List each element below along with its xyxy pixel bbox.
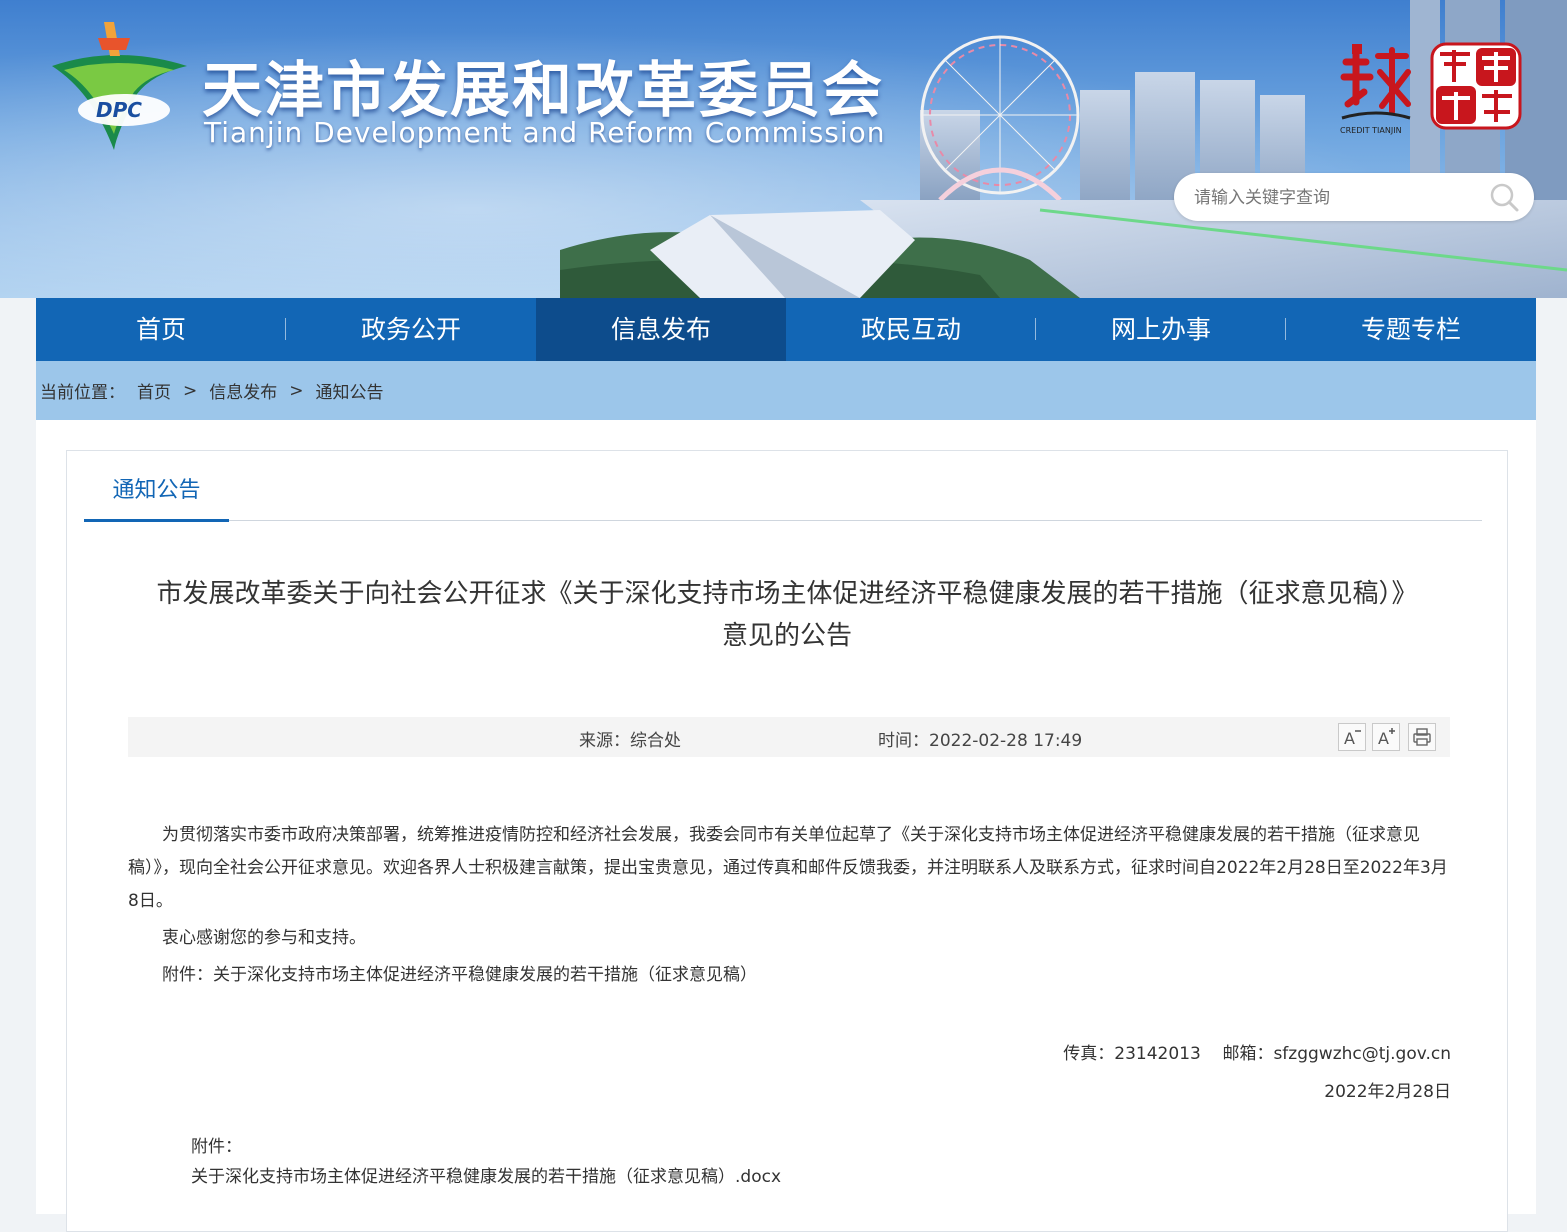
search-input[interactable] bbox=[1192, 183, 1476, 213]
article-panel: 通知公告 市发展改革委关于向社会公开征求《关于深化支持市场主体促进经济平稳健康发… bbox=[66, 450, 1508, 1232]
credit-logo-text: CREDIT TIANJIN bbox=[1340, 126, 1402, 135]
search-icon[interactable] bbox=[1488, 181, 1520, 213]
sign-date: 2022年2月28日 bbox=[1324, 1082, 1451, 1102]
article-time: 时间：2022-02-28 17:49 bbox=[878, 731, 1083, 751]
credit-tianjin-icon bbox=[1340, 44, 1411, 120]
nav-item-special-topics[interactable]: 专题专栏 bbox=[1286, 298, 1536, 361]
article-body: 为贯彻落实市委市政府决策部署，统筹推进疫情防控和经济社会发展，我委会同市有关单位… bbox=[128, 819, 1450, 996]
breadcrumb-prefix: 当前位置： bbox=[40, 383, 125, 403]
tianjin-home-icon bbox=[1430, 42, 1522, 130]
tab-active-underline bbox=[84, 519, 229, 522]
printer-icon bbox=[1413, 728, 1431, 746]
nav-item-government-affairs[interactable]: 政务公开 bbox=[286, 298, 536, 361]
font-smaller-icon: A bbox=[1344, 729, 1361, 748]
search-box bbox=[1174, 173, 1534, 221]
font-smaller-button[interactable]: A bbox=[1338, 723, 1366, 751]
breadcrumb-home[interactable]: 首页 bbox=[137, 378, 171, 403]
nav-item-label: 信息发布 bbox=[610, 315, 711, 344]
nav-item-label: 政民互动 bbox=[860, 315, 961, 344]
attachment-label: 附件： bbox=[191, 1137, 242, 1157]
print-button[interactable] bbox=[1408, 723, 1436, 751]
nav-item-label: 网上办事 bbox=[1110, 315, 1211, 344]
tianjin-home-logo[interactable] bbox=[1430, 42, 1522, 130]
article-paragraph: 衷心感谢您的参与和支持。 bbox=[162, 928, 366, 948]
nav-item-information-release[interactable]: 信息发布 bbox=[536, 298, 786, 361]
attachment-download-link[interactable]: 关于深化支持市场主体促进经济平稳健康发展的若干措施（征求意见稿）.docx bbox=[191, 1162, 781, 1187]
site-subtitle: Tianjin Development and Reform Commissio… bbox=[204, 116, 886, 149]
tab-divider bbox=[84, 520, 1482, 521]
nav-item-label: 政务公开 bbox=[360, 315, 461, 344]
breadcrumb-notices[interactable]: 通知公告 bbox=[316, 378, 384, 403]
nav-item-online-services[interactable]: 网上办事 bbox=[1036, 298, 1286, 361]
article-paragraph: 附件：关于深化支持市场主体促进经济平稳健康发展的若干措施（征求意见稿） bbox=[162, 965, 757, 985]
nav-item-public-interaction[interactable]: 政民互动 bbox=[786, 298, 1036, 361]
tab-notices[interactable]: 通知公告 bbox=[84, 473, 229, 521]
main-nav: 首页 政务公开 信息发布 政民互动 网上办事 专题专栏 bbox=[36, 298, 1536, 361]
breadcrumb-separator: > bbox=[183, 380, 198, 401]
article-source: 来源：综合处 bbox=[579, 731, 681, 751]
contact-info: 传真：23142013 邮箱：sfzggwzhc@tj.gov.cn bbox=[1063, 1044, 1451, 1064]
nav-item-label: 专题专栏 bbox=[1360, 315, 1461, 344]
font-larger-icon: A bbox=[1378, 728, 1395, 748]
svg-text:A: A bbox=[1378, 729, 1389, 748]
content-area: 通知公告 市发展改革委关于向社会公开征求《关于深化支持市场主体促进经济平稳健康发… bbox=[36, 420, 1536, 1232]
nav-item-label: 首页 bbox=[135, 315, 186, 344]
article-meta-bar: 来源：综合处 时间：2022-02-28 17:49 A A bbox=[128, 717, 1450, 757]
header-banner: DPC 天津市发展和改革委员会 Tianjin Development and … bbox=[0, 0, 1567, 298]
breadcrumb-separator: > bbox=[289, 380, 304, 401]
svg-text:A: A bbox=[1344, 729, 1355, 748]
nav-item-home[interactable]: 首页 bbox=[36, 298, 286, 361]
breadcrumb-information-release[interactable]: 信息发布 bbox=[209, 378, 277, 403]
article-title: 市发展改革委关于向社会公开征求《关于深化支持市场主体促进经济平稳健康发展的若干措… bbox=[156, 579, 1418, 651]
credit-tianjin-logo[interactable]: CREDIT TIANJIN bbox=[1336, 42, 1416, 138]
svg-text:DPC: DPC bbox=[96, 98, 142, 122]
font-larger-button[interactable]: A bbox=[1372, 723, 1400, 751]
breadcrumb: 当前位置： 首页 > 信息发布 > 通知公告 bbox=[36, 361, 1536, 420]
article-paragraph: 为贯彻落实市委市政府决策部署，统筹推进疫情防控和经济社会发展，我委会同市有关单位… bbox=[128, 825, 1448, 911]
dpc-logo-icon: DPC bbox=[52, 22, 187, 150]
